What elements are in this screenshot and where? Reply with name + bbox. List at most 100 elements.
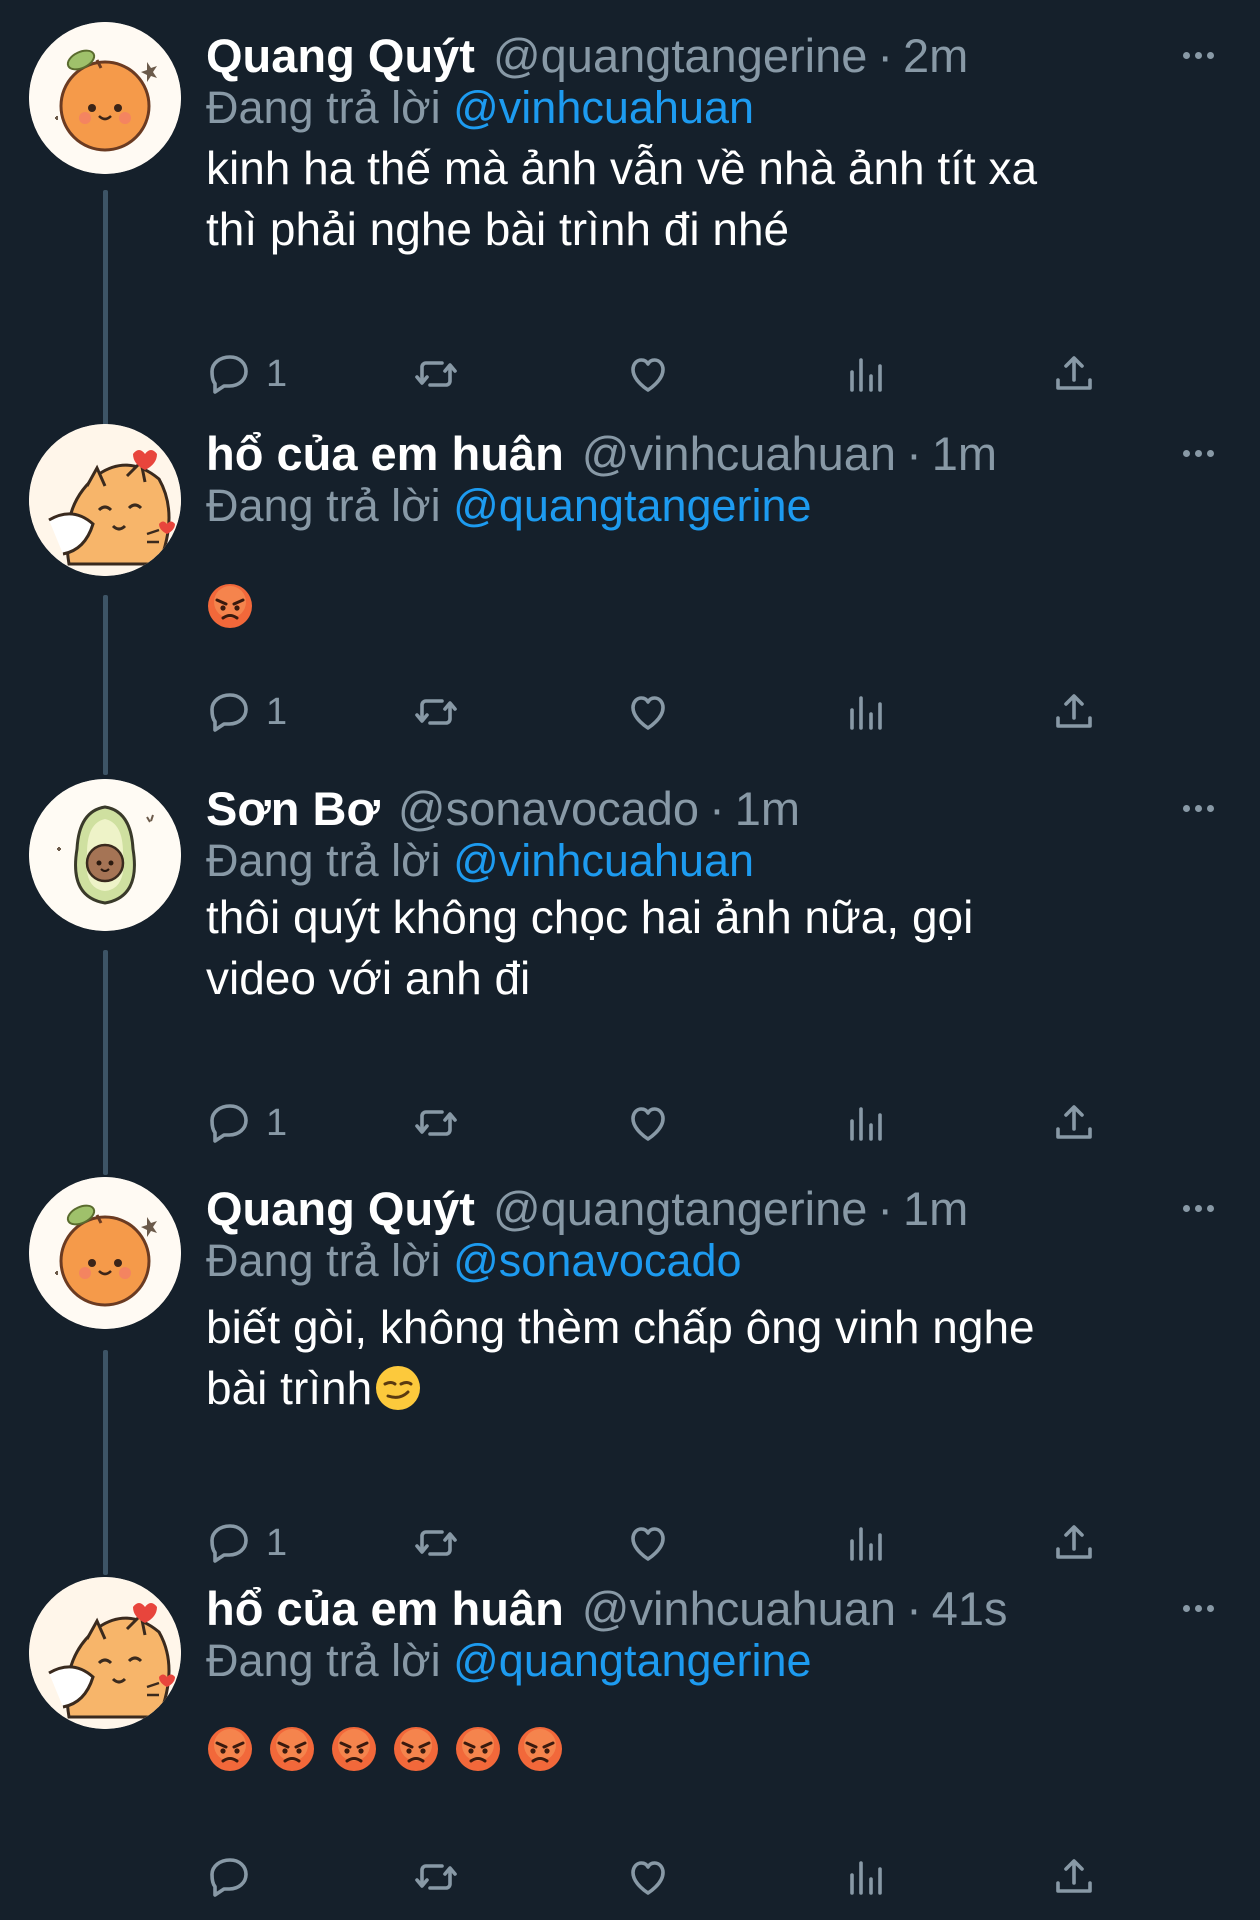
user-handle[interactable]: @vinhcuahuan	[582, 1581, 896, 1636]
comment-icon	[210, 1858, 248, 1897]
display-name[interactable]: hổ của em huân	[206, 1581, 564, 1636]
more-options-icon[interactable]	[1183, 1575, 1214, 1641]
retweet-button[interactable]	[412, 1847, 460, 1907]
user-handle[interactable]: @vinhcuahuan	[582, 426, 896, 481]
display-name[interactable]: Quang Quýt	[206, 1181, 475, 1236]
more-dot	[1207, 804, 1214, 812]
user-handle[interactable]: @quangtangerine	[493, 1181, 867, 1236]
timestamp[interactable]: 1m	[735, 781, 800, 836]
more-dot	[1207, 51, 1214, 59]
more-options-icon[interactable]	[1183, 1175, 1214, 1241]
share-button[interactable]	[1050, 682, 1098, 742]
more-dot	[1183, 804, 1190, 812]
more-dot	[1207, 1604, 1214, 1612]
reply-mention-link[interactable]: @quangtangerine	[453, 1635, 811, 1686]
retweet-button[interactable]	[412, 1513, 460, 1573]
more-options-icon[interactable]	[1183, 420, 1214, 486]
like-button[interactable]	[624, 1093, 672, 1153]
separator-dot: ·	[877, 1181, 894, 1235]
replying-to: Đang trả lời @vinhcuahuan	[206, 82, 754, 134]
more-dot	[1207, 449, 1214, 457]
share-button[interactable]	[1050, 344, 1098, 404]
reply-mention-link[interactable]: @quangtangerine	[453, 480, 811, 531]
angry-face-emoji-icon	[332, 1727, 376, 1771]
display-name[interactable]: Quang Quýt	[206, 28, 475, 83]
stats-button[interactable]	[842, 1847, 890, 1907]
reply-button[interactable]	[206, 1847, 266, 1907]
angry-face-emoji-icon	[208, 584, 252, 628]
like-button[interactable]	[624, 682, 672, 742]
retweet-button[interactable]	[412, 1093, 460, 1153]
user-handle[interactable]: @sonavocado	[398, 781, 699, 836]
tweet[interactable]: Sơn Bơ @sonavocado · 1m Đang trả lời @vinhcu…	[0, 775, 1260, 1175]
smirking-face-emoji-icon	[376, 1366, 421, 1410]
stats-button[interactable]	[842, 1513, 890, 1573]
retweet-button[interactable]	[412, 344, 460, 404]
avatar[interactable]	[29, 1577, 181, 1729]
timestamp[interactable]: 1m	[932, 426, 997, 481]
replying-to-label: Đang trả lời	[206, 1635, 441, 1686]
tweet-text-line: kinh ha thế mà ảnh vẫn về nhà ảnh tít xa	[206, 138, 1206, 199]
avatar[interactable]	[29, 1177, 181, 1329]
timestamp[interactable]: 2m	[903, 28, 968, 83]
tweet-text-segment: thôi quýt không chọc hai ảnh nữa, gọi	[206, 891, 974, 943]
more-dot	[1195, 1204, 1202, 1212]
reply-button[interactable]: 1	[206, 1093, 287, 1153]
comment-icon	[210, 355, 248, 394]
retweet-button[interactable]	[412, 682, 460, 742]
tweet-header: Quang Quýt @quangtangerine · 2m	[206, 22, 1260, 88]
reply-count: 1	[266, 690, 288, 733]
tweet-thread: Quang Quýt @quangtangerine · 2m Đang trả lời…	[0, 0, 1260, 1920]
tweet-text-line: thì phải nghe bài trình đi nhé	[206, 199, 1206, 260]
like-button[interactable]	[624, 344, 672, 404]
reply-mention-link[interactable]: @vinhcuahuan	[453, 82, 754, 133]
tweet-actions: 1	[0, 1513, 1260, 1573]
tweet-actions: 1	[0, 1093, 1260, 1153]
stats-button[interactable]	[842, 1093, 890, 1153]
user-handle[interactable]: @quangtangerine	[493, 28, 867, 83]
share-button[interactable]	[1050, 1093, 1098, 1153]
share-icon	[1056, 1859, 1092, 1893]
reply-button[interactable]: 1	[206, 1513, 287, 1573]
reply-mention-link[interactable]: @vinhcuahuan	[453, 835, 754, 886]
separator-dot: ·	[906, 1581, 922, 1635]
reply-button[interactable]: 1	[206, 344, 287, 404]
more-options-icon[interactable]	[1183, 22, 1214, 88]
tweet[interactable]: hổ của em huân @vinhcuahuan · 41s Đang trả l…	[0, 1575, 1260, 1917]
tweet-text-segment: bài trình	[206, 1362, 373, 1414]
display-name[interactable]: Sơn Bơ	[206, 781, 380, 836]
reply-count: 1	[266, 1101, 288, 1144]
separator-dot: ·	[709, 781, 725, 835]
tweet[interactable]: Quang Quýt @quangtangerine · 2m Đang trả lời…	[0, 22, 1260, 442]
replying-to: Đang trả lời @quangtangerine	[206, 480, 812, 532]
more-dot	[1195, 1604, 1202, 1612]
angry-face-emoji-icon	[456, 1727, 500, 1771]
tweet[interactable]: Quang Quýt @quangtangerine · 1m Đang trả lời…	[0, 1175, 1260, 1583]
like-button[interactable]	[624, 1513, 672, 1573]
analytics-icon	[850, 1527, 882, 1561]
tweet-actions: 1	[0, 344, 1260, 404]
tweet[interactable]: hổ của em huân @vinhcuahuan · 1m Đang trả lờ…	[0, 420, 1260, 775]
tweet-text-line: thôi quýt không chọc hai ảnh nữa, gọi	[206, 887, 1206, 948]
replying-to: Đang trả lời @quangtangerine	[206, 1635, 812, 1687]
like-button[interactable]	[624, 1847, 672, 1907]
tweet-text-segment: video với anh đi	[206, 952, 531, 1004]
share-icon	[1056, 356, 1092, 390]
avatar[interactable]	[29, 22, 181, 174]
stats-button[interactable]	[842, 344, 890, 404]
timestamp[interactable]: 41s	[932, 1581, 1008, 1636]
tweet-header: Quang Quýt @quangtangerine · 1m	[206, 1175, 1260, 1241]
share-button[interactable]	[1050, 1847, 1098, 1907]
avatar[interactable]	[29, 779, 181, 931]
avatar[interactable]	[29, 424, 181, 576]
tweet-text-line: bài trình	[206, 1358, 1206, 1419]
display-name[interactable]: hổ của em huân	[206, 426, 564, 481]
thread-connector-line	[103, 190, 108, 442]
timestamp[interactable]: 1m	[903, 1181, 968, 1236]
reply-mention-link[interactable]: @sonavocado	[453, 1235, 741, 1286]
more-options-icon[interactable]	[1183, 775, 1214, 841]
stats-button[interactable]	[842, 682, 890, 742]
share-button[interactable]	[1050, 1513, 1098, 1573]
reply-button[interactable]: 1	[206, 682, 287, 742]
retweet-icon	[415, 1864, 457, 1890]
